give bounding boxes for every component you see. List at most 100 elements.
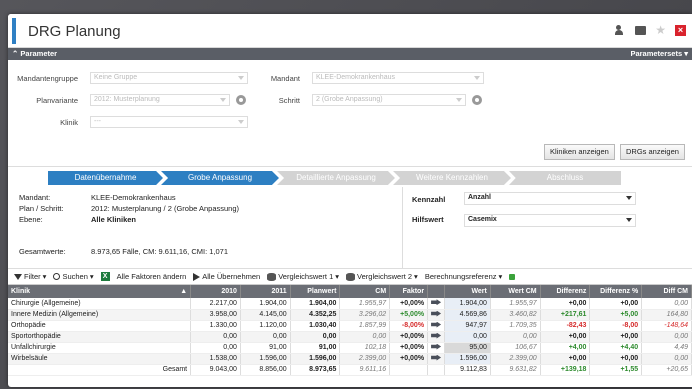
gear-icon[interactable] [236, 95, 246, 105]
data-grid: Klinik ▲ 2010 2011 Planwert CM Faktor Wer… [8, 285, 692, 387]
col-diff-cm[interactable]: Diff CM [641, 285, 692, 298]
vergleichswert2-button[interactable]: Vergleichswert 2 ▾ [346, 272, 418, 281]
table-cell: -8,00 [589, 320, 643, 332]
mandant-select[interactable]: KLEE-Demokrankenhaus [312, 72, 484, 84]
totals-cell: 9.043,00 [190, 363, 241, 376]
kennzahl-select[interactable]: Anzahl [464, 192, 636, 205]
table-row[interactable]: Innere Medizin (Allgemeine) 3.958,00 4.145… [8, 309, 692, 321]
col-planwert[interactable]: Planwert [290, 285, 341, 298]
table-cell: -82,43 [540, 320, 591, 332]
totals-cell: 9.631,82 [490, 363, 541, 376]
apply-arrow-icon[interactable] [427, 353, 446, 365]
table-cell[interactable]: -8,00% [389, 320, 429, 332]
table-cell[interactable]: 947,97 [444, 320, 491, 332]
table-cell: 3.460,82 [490, 309, 541, 321]
excel-icon[interactable]: X [100, 272, 110, 281]
step-detaillierte-anpassung[interactable]: Detaillierte Anpassung [277, 171, 395, 185]
mandantengruppe-select[interactable]: Keine Gruppe [90, 72, 248, 84]
step-abschluss[interactable]: Abschluss [509, 171, 621, 185]
table-cell[interactable]: +0,00% [389, 342, 429, 354]
table-cell[interactable]: +5,00% [389, 309, 429, 321]
users-icon[interactable] [615, 25, 626, 36]
col-cm[interactable]: CM [339, 285, 391, 298]
table-cell[interactable]: 4.569,86 [444, 309, 491, 321]
col-2010[interactable]: 2010 [190, 285, 241, 298]
suchen-button[interactable]: Suchen ▾ [53, 272, 94, 281]
filter-button[interactable]: Filter ▾ [14, 272, 46, 281]
schritt-select[interactable]: 2 (Grobe Anpassung) [312, 94, 466, 106]
table-cell[interactable]: 0,00 [290, 331, 341, 343]
parameter-header-label: Parameter [20, 49, 58, 58]
arrow-right-icon [193, 272, 201, 281]
table-cell: 4.145,00 [240, 309, 291, 321]
table-cell[interactable]: 0,00 [444, 331, 491, 343]
kennzahl-label: Kennzahl [412, 195, 446, 204]
gear-icon[interactable] [472, 95, 482, 105]
table-row[interactable]: Unfallchirurgie 0,00 91,00 91,00 102,18 +0,00… [8, 342, 692, 354]
table-cell: 102,18 [339, 342, 391, 354]
info-panel: Mandant: KLEE-Demokrankenhaus Plan / Sch… [8, 187, 692, 269]
col-wert[interactable]: Wert [444, 285, 491, 298]
table-row[interactable]: Orthopädie 1.330,00 1.120,00 1.030,40 1.857,… [8, 320, 692, 332]
table-cell[interactable]: 1.904,00 [444, 298, 491, 310]
table-cell[interactable]: +0,00% [389, 353, 429, 365]
table-cell: 1.596,00 [240, 353, 291, 365]
step-weitere-kennzahlen[interactable]: Weitere Kennzahlen [393, 171, 511, 185]
plan-info-value: 2012: Musterplanung / 2 (Grobe Anpassung… [91, 204, 240, 213]
faktoren-aendern-button[interactable]: Alle Faktoren ändern [117, 272, 187, 281]
parameter-header[interactable]: ⌃ Parameter Parametersets ▾ [8, 48, 692, 60]
collapse-icon[interactable]: ⌃ [12, 49, 18, 58]
totals-cell [427, 363, 446, 376]
apply-arrow-icon[interactable] [427, 309, 446, 321]
table-cell[interactable]: 1.596,00 [290, 353, 341, 365]
apply-arrow-icon[interactable] [427, 331, 446, 343]
hilfswert-label: Hilfswert [412, 215, 444, 224]
col-differenz[interactable]: Differenz [540, 285, 591, 298]
lock-icon[interactable] [509, 273, 516, 280]
col-differenz-pct[interactable]: Differenz % [589, 285, 643, 298]
table-cell[interactable]: 91,00 [290, 342, 341, 354]
planvariante-select[interactable]: 2012: Musterplanung [90, 94, 230, 106]
table-cell[interactable]: 1.030,40 [290, 320, 341, 332]
drgs-anzeigen-button[interactable]: DRGs anzeigen [620, 144, 685, 160]
mandant-info-label: Mandant: [19, 193, 51, 202]
klinik-select[interactable]: --- [90, 116, 248, 128]
table-cell: 0,00 [641, 331, 692, 343]
star-icon[interactable]: ★ [655, 24, 666, 36]
table-cell[interactable]: +0,00% [389, 298, 429, 310]
table-cell[interactable]: 1.904,00 [290, 298, 341, 310]
col-klinik[interactable]: Klinik ▲ [8, 285, 192, 298]
mandant-label: Mandant [270, 74, 300, 83]
hilfswert-select[interactable]: Casemix [464, 214, 636, 227]
close-icon[interactable]: × [675, 25, 686, 36]
kliniken-anzeigen-button[interactable]: Kliniken anzeigen [544, 144, 615, 160]
table-cell[interactable]: 1.596,00 [444, 353, 491, 365]
table-cell[interactable]: 4.352,25 [290, 309, 341, 321]
apply-arrow-icon[interactable] [427, 320, 446, 332]
col-faktor[interactable]: Faktor [389, 285, 429, 298]
apply-arrow-icon[interactable] [427, 298, 446, 310]
berechnungsreferenz-button[interactable]: Berechnungsreferenz ▾ [425, 272, 502, 281]
totals-cell: 8.973,65 [290, 363, 341, 376]
col-wert-cm[interactable]: Wert CM [490, 285, 541, 298]
title-accent [12, 18, 16, 44]
col-2011[interactable]: 2011 [240, 285, 291, 298]
alle-uebernehmen-button[interactable]: Alle Übernehmen [193, 272, 260, 281]
col-apply [427, 285, 446, 298]
vergleichswert1-button[interactable]: Vergleichswert 1 ▾ [267, 272, 339, 281]
table-row[interactable]: Sportorthopädie 0,00 0,00 0,00 0,00 +0,00% 0,0… [8, 331, 692, 343]
table-row[interactable]: Chirurgie (Allgemeine) 2.217,00 1.904,00 1.… [8, 298, 692, 310]
divider [402, 187, 403, 269]
table-row[interactable]: Wirbelsäule 1.538,00 1.596,00 1.596,00 2.399… [8, 353, 692, 365]
grid-toolbar: Filter ▾ Suchen ▾ X Alle Faktoren ändern… [8, 269, 692, 285]
step-grobe-anpassung[interactable]: Grobe Anpassung [161, 171, 279, 185]
table-cell[interactable]: +0,00% [389, 331, 429, 343]
table-cell: 0,00 [339, 331, 391, 343]
chat-icon[interactable] [635, 26, 647, 35]
totals-label: Gesamt [8, 363, 192, 376]
apply-arrow-icon[interactable] [427, 342, 446, 354]
step-datenuebernahme[interactable]: Datenübernahme [48, 171, 163, 185]
table-cell[interactable]: 95,00 [444, 342, 491, 354]
parametersets-menu[interactable]: Parametersets [630, 49, 682, 58]
row-label: Orthopädie [8, 320, 192, 332]
